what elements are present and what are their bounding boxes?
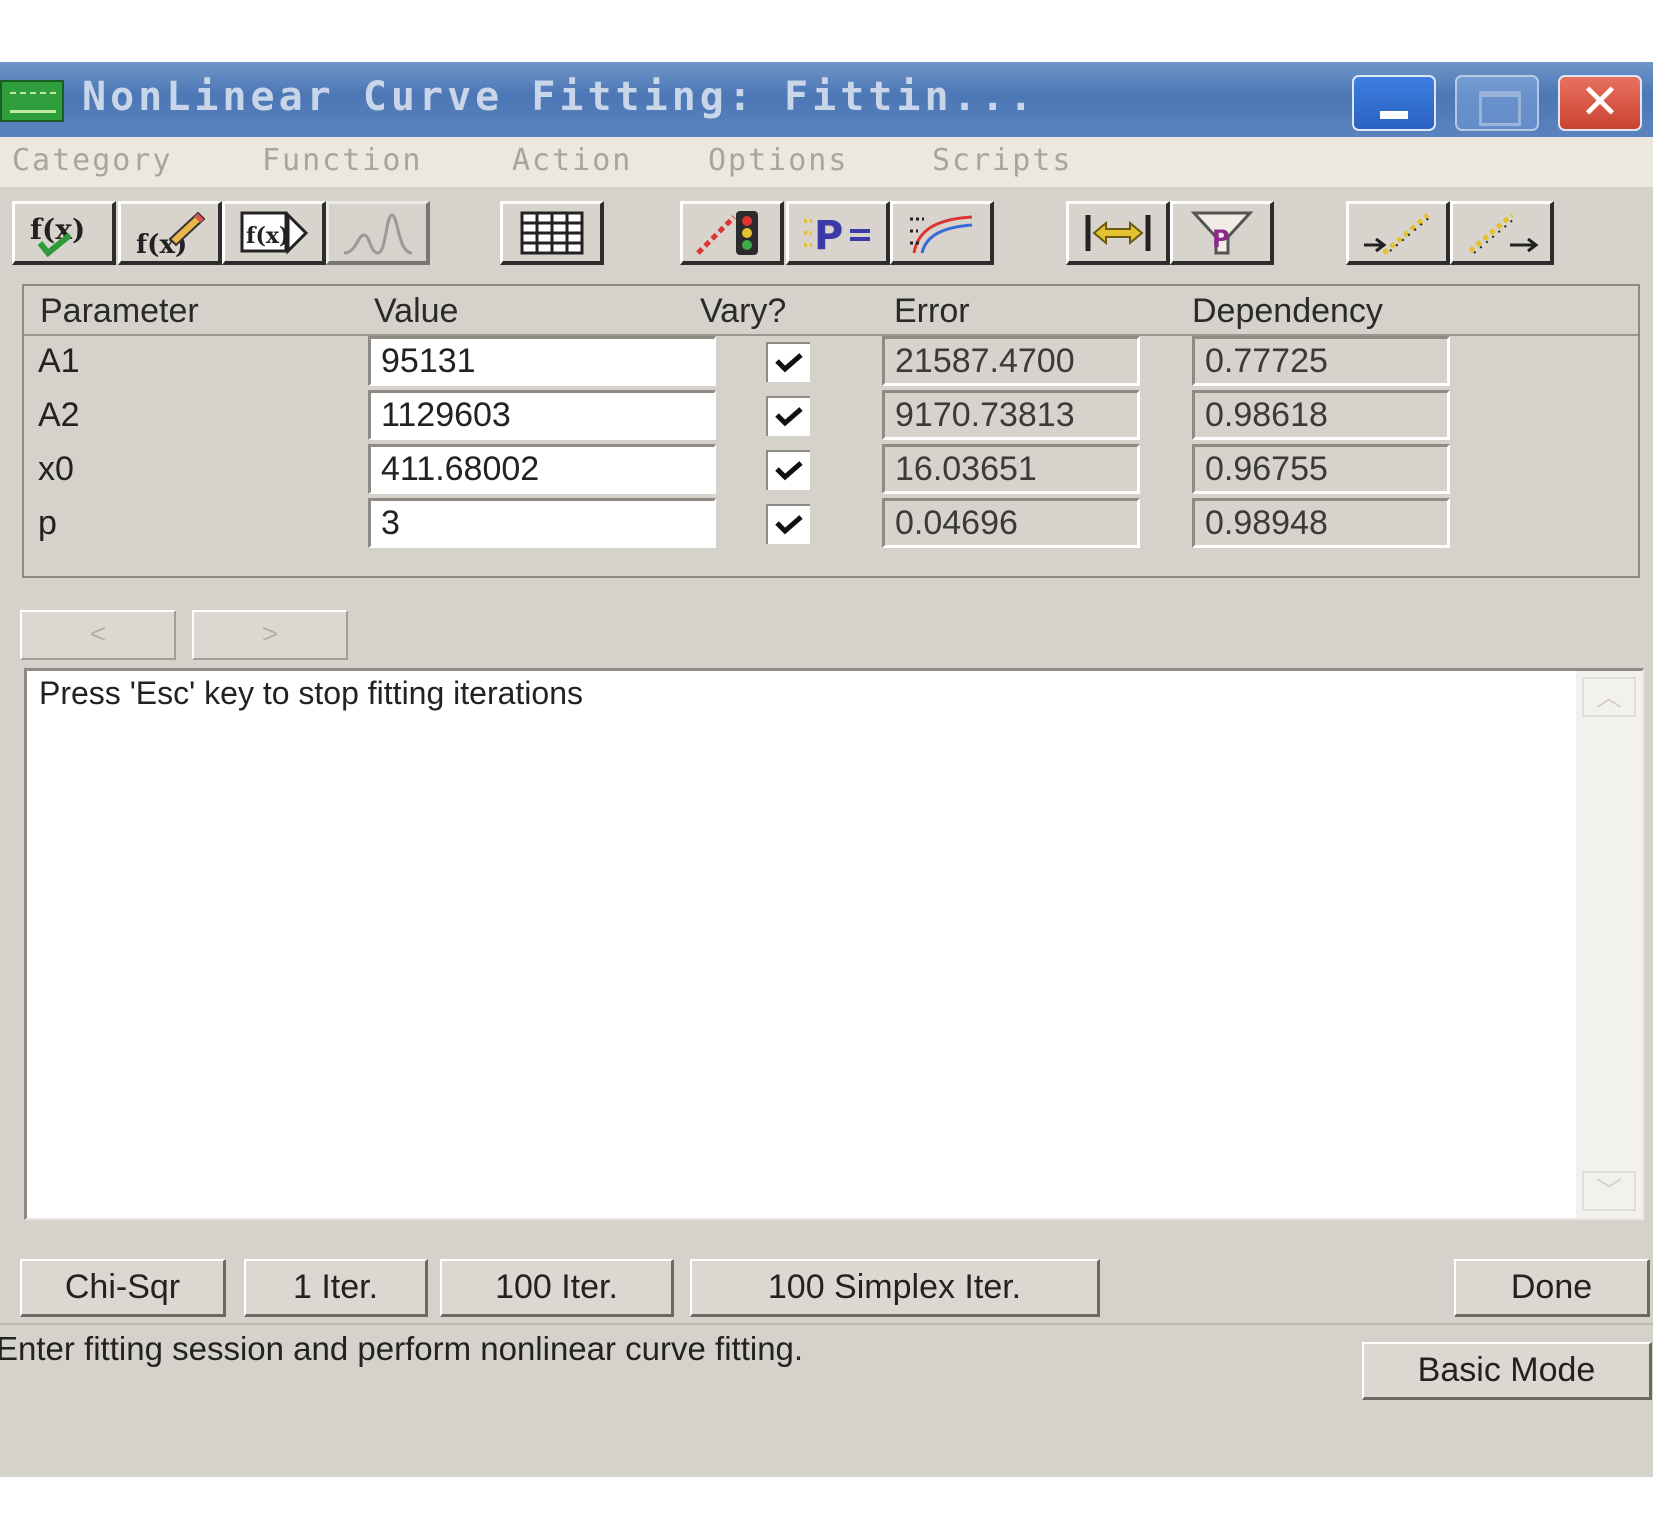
param-name: A2 [38,396,80,434]
header-value: Value [374,292,459,330]
fx-edit-icon: f(x) [136,211,205,257]
parameters-icon: P [803,213,870,257]
param-dependency: 0.77725 [1192,336,1450,386]
menu-action[interactable]: Action [512,143,632,178]
basic-mode-button[interactable]: Basic Mode [1362,1342,1652,1400]
title-bar[interactable]: NonLinear Curve Fitting: Fittin... ✕ [0,62,1653,137]
param-error: 16.03651 [882,444,1140,494]
minimize-icon [1380,111,1408,119]
header-vary: Vary? [700,292,787,330]
vary-checkbox[interactable] [766,450,810,490]
range-icon [1085,214,1150,251]
vary-checkbox[interactable] [766,396,810,436]
checkmark-icon [775,515,803,535]
param-value-input[interactable]: 3 [368,498,716,548]
chi-sqr-button[interactable]: Chi-Sqr [20,1259,226,1317]
prev-page-button: < [20,610,176,660]
vertical-scrollbar[interactable]: ︿ ﹀ [1576,671,1642,1218]
range-button[interactable] [1066,201,1170,265]
peaks-icon [343,212,412,255]
toolbar: f(x) f(x) f(x) P P [0,187,1653,272]
fit-end-icon [1467,212,1538,254]
fx-check-button[interactable]: f(x) [12,201,116,265]
next-page-button: > [192,610,348,660]
svg-text:f(x): f(x) [30,213,85,246]
worksheet-icon [520,211,583,254]
done-button[interactable]: Done [1454,1259,1650,1317]
fx-new-icon: f(x) [240,210,308,255]
param-error: 0.04696 [882,498,1140,548]
checkmark-icon [775,407,803,427]
param-name: p [38,504,57,542]
output-textarea[interactable]: Press 'Esc' key to stop fitting iteratio… [24,668,1644,1220]
one-iter-button[interactable]: 1 Iter. [244,1259,428,1317]
scroll-down-icon[interactable]: ﹀ [1582,1171,1636,1211]
param-dependency: 0.98948 [1192,498,1450,548]
menu-bar: Category Function Action Options Scripts [0,137,1653,187]
funnel-p-button[interactable]: P [1170,201,1274,265]
param-dependency: 0.96755 [1192,444,1450,494]
param-error: 21587.4700 [882,336,1140,386]
param-value-input[interactable]: 411.68002 [368,444,716,494]
worksheet-button[interactable] [500,201,604,265]
scroll-up-icon[interactable]: ︿ [1582,677,1636,717]
fit-end-button[interactable] [1450,201,1554,265]
simplex-iter-button[interactable]: 100 Simplex Iter. [690,1259,1100,1317]
close-button[interactable]: ✕ [1558,75,1642,131]
param-value-input[interactable]: 95131 [368,336,716,386]
output-message: Press 'Esc' key to stop fitting iteratio… [39,675,583,711]
simulate-curve-button[interactable] [890,201,994,265]
header-parameter: Parameter [40,292,199,330]
vary-checkbox[interactable] [766,504,810,544]
param-name: x0 [38,450,74,488]
close-icon: ✕ [1579,76,1621,129]
parameter-grid: Parameter Value Vary? Error Dependency A… [22,284,1640,578]
svg-text:f(x): f(x) [246,223,289,249]
checkmark-icon [775,461,803,481]
param-dependency: 0.98618 [1192,390,1450,440]
funnel-p-icon: P [1190,211,1253,254]
header-dependency: Dependency [1192,292,1383,330]
nlfit-dialog: NonLinear Curve Fitting: Fittin... ✕ Cat… [0,62,1653,1477]
fx-edit-button[interactable]: f(x) [118,201,222,265]
param-name: A1 [38,342,80,380]
vary-checkbox[interactable] [766,342,810,382]
fx-new-button[interactable]: f(x) [222,201,326,265]
menu-category[interactable]: Category [12,143,173,178]
simulate-curve-icon [909,215,972,253]
fx-check-icon: f(x) [30,213,85,257]
menu-options[interactable]: Options [708,143,848,178]
maximize-button [1455,75,1539,131]
traffic-light-icon [695,210,758,255]
window-title: NonLinear Curve Fitting: Fittin... [82,74,1037,120]
header-error: Error [894,292,970,330]
param-error: 9170.73813 [882,390,1140,440]
peaks-button [326,201,430,265]
checkmark-icon [775,353,803,373]
maximize-icon [1479,91,1521,126]
app-icon [0,80,64,122]
parameters-button[interactable]: P [786,201,890,265]
fit-start-button[interactable] [1346,201,1450,265]
param-value-input[interactable]: 1129603 [368,390,716,440]
menu-function[interactable]: Function [262,143,423,178]
menu-scripts[interactable]: Scripts [932,143,1072,178]
status-text: Enter fitting session and perform nonlin… [0,1330,804,1367]
fit-start-icon [1363,212,1431,255]
minimize-button[interactable] [1352,75,1436,131]
hundred-iter-button[interactable]: 100 Iter. [440,1259,674,1317]
traffic-light-button[interactable] [680,201,784,265]
svg-text:P: P [1212,225,1230,253]
svg-text:P: P [814,213,843,257]
status-divider [0,1323,1653,1325]
